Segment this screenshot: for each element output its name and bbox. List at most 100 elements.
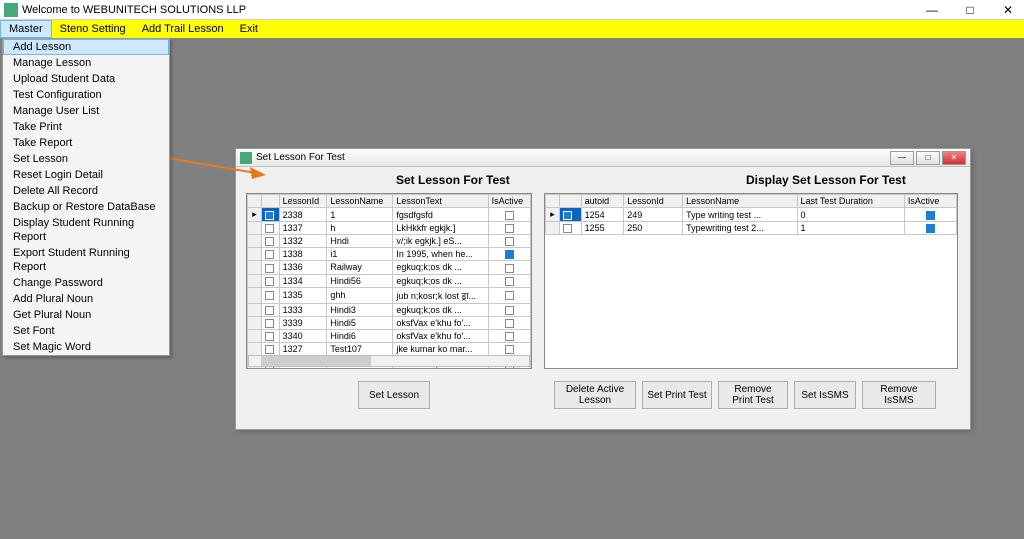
cell-id: 1337: [279, 222, 327, 235]
menu-item-change-password[interactable]: Change Password: [3, 275, 169, 291]
maximize-button[interactable]: □: [958, 3, 982, 17]
right-col-header[interactable]: autoid: [581, 195, 624, 208]
menu-master[interactable]: Master: [0, 20, 52, 38]
set-issms-button[interactable]: Set IsSMS: [794, 381, 856, 409]
menu-item-upload-student-data[interactable]: Upload Student Data: [3, 71, 169, 87]
right-col-header[interactable]: [560, 195, 582, 208]
remove-print-test-button[interactable]: Remove Print Test: [718, 381, 788, 409]
menu-item-test-configuration[interactable]: Test Configuration: [3, 87, 169, 103]
close-button[interactable]: ✕: [996, 3, 1020, 17]
menu-item-take-print[interactable]: Take Print: [3, 119, 169, 135]
table-row[interactable]: ▸23381fgsdfgsfd: [248, 208, 531, 222]
menu-steno-setting[interactable]: Steno Setting: [52, 20, 134, 38]
right-col-header[interactable]: Last Test Duration: [797, 195, 904, 208]
window-buttons: — □ ✕: [920, 3, 1020, 17]
menu-item-add-plural-noun[interactable]: Add Plural Noun: [3, 291, 169, 307]
set-print-test-button[interactable]: Set Print Test: [642, 381, 712, 409]
lessons-grid[interactable]: LessonIdLessonNameLessonTextIsActive▸233…: [246, 193, 532, 369]
table-row[interactable]: ▸1254249Type writing test ...0: [546, 208, 957, 222]
table-row[interactable]: 1332Hndiv/;ik egkjk.] eS...: [248, 235, 531, 248]
cell-isactive[interactable]: [488, 235, 530, 248]
menu-item-reset-login-detail[interactable]: Reset Login Detail: [3, 167, 169, 183]
cell-isactive[interactable]: [488, 274, 530, 287]
table-row[interactable]: 1334Hindi56egkuq;k;os dk ...: [248, 274, 531, 287]
delete-active-lesson-button[interactable]: Delete Active Lesson: [554, 381, 636, 409]
table-row[interactable]: 1255250Typewriting test 2...1: [546, 222, 957, 235]
row-select-checkbox[interactable]: [262, 316, 280, 329]
menu-add-trail-lesson[interactable]: Add Trail Lesson: [134, 20, 232, 38]
table-row[interactable]: 1338i1In 1995, when he...: [248, 248, 531, 261]
row-select-checkbox[interactable]: [262, 222, 280, 235]
menu-item-set-magic-word[interactable]: Set Magic Word: [3, 339, 169, 355]
child-close-button[interactable]: ✕: [942, 151, 966, 165]
cell-id: 1336: [279, 261, 327, 274]
right-col-header[interactable]: IsActive: [904, 195, 956, 208]
table-row[interactable]: 1335ghhjub n;kosr;k lost ड्रा...: [248, 287, 531, 303]
set-lesson-button[interactable]: Set Lesson: [358, 381, 430, 409]
cell-isactive[interactable]: [488, 329, 530, 342]
left-col-header[interactable]: LessonText: [393, 195, 488, 208]
table-row[interactable]: 3339Hindi5oksfVax e'khu fo'...: [248, 316, 531, 329]
menu-item-set-font[interactable]: Set Font: [3, 323, 169, 339]
row-select-checkbox[interactable]: [262, 248, 280, 261]
right-col-header[interactable]: LessonName: [683, 195, 797, 208]
right-col-header[interactable]: LessonId: [624, 195, 683, 208]
child-app-icon: [240, 152, 252, 164]
row-select-checkbox[interactable]: [262, 208, 280, 222]
row-select-checkbox[interactable]: [262, 274, 280, 287]
cell-name: 1: [327, 208, 393, 222]
row-select-checkbox[interactable]: [560, 208, 582, 222]
remove-issms-button[interactable]: Remove IsSMS: [862, 381, 936, 409]
minimize-button[interactable]: —: [920, 3, 944, 17]
cell-name: Hindi3: [327, 303, 393, 316]
menu-item-add-lesson[interactable]: Add Lesson: [3, 39, 169, 55]
cell-isactive[interactable]: [488, 303, 530, 316]
cell-isactive[interactable]: [488, 248, 530, 261]
cell-isactive[interactable]: [488, 222, 530, 235]
menu-item-display-student-running-report[interactable]: Display Student Running Report: [3, 215, 169, 245]
right-col-header[interactable]: [546, 195, 560, 208]
main-titlebar: Welcome to WEBUNITECH SOLUTIONS LLP — □ …: [0, 0, 1024, 20]
row-select-checkbox[interactable]: [262, 303, 280, 316]
app-icon: [4, 3, 18, 17]
menu-item-set-lesson[interactable]: Set Lesson: [3, 151, 169, 167]
cell-isactive[interactable]: [488, 287, 530, 303]
menu-item-backup-or-restore-database[interactable]: Backup or Restore DataBase: [3, 199, 169, 215]
row-select-checkbox[interactable]: [262, 343, 280, 356]
left-col-header[interactable]: [262, 195, 280, 208]
table-row[interactable]: 1337hLkHkkfr egkjk.]: [248, 222, 531, 235]
left-col-header[interactable]: IsActive: [488, 195, 530, 208]
menu-item-manage-user-list[interactable]: Manage User List: [3, 103, 169, 119]
display-lessons-grid[interactable]: autoidLessonIdLessonNameLast Test Durati…: [544, 193, 958, 369]
table-row[interactable]: 1333Hindi3egkuq;k;os dk ...: [248, 303, 531, 316]
left-col-header[interactable]: [248, 195, 262, 208]
cell-text: jke kumar ko mar...: [393, 343, 488, 356]
row-select-checkbox[interactable]: [262, 235, 280, 248]
menu-item-delete-all-record[interactable]: Delete All Record: [3, 183, 169, 199]
table-row[interactable]: 1336Railwayegkuq;k;os dk ...: [248, 261, 531, 274]
cell-isactive[interactable]: [488, 343, 530, 356]
cell-id: 1338: [279, 248, 327, 261]
menu-item-export-student-running-report[interactable]: Export Student Running Report: [3, 245, 169, 275]
row-select-checkbox[interactable]: [262, 261, 280, 274]
child-minimize-button[interactable]: —: [890, 151, 914, 165]
menu-item-take-report[interactable]: Take Report: [3, 135, 169, 151]
row-select-checkbox[interactable]: [262, 329, 280, 342]
cell-isactive[interactable]: [488, 208, 530, 222]
menu-exit[interactable]: Exit: [232, 20, 266, 38]
left-grid-hscrollbar[interactable]: [248, 355, 530, 367]
child-maximize-button[interactable]: □: [916, 151, 940, 165]
table-row[interactable]: 3340Hindi6oksfVax e'khu fo'...: [248, 329, 531, 342]
cell-isactive[interactable]: [904, 208, 956, 222]
menu-item-get-plural-noun[interactable]: Get Plural Noun: [3, 307, 169, 323]
cell-isactive[interactable]: [488, 316, 530, 329]
cell-lessonid: 250: [624, 222, 683, 235]
menu-item-manage-lesson[interactable]: Manage Lesson: [3, 55, 169, 71]
cell-isactive[interactable]: [904, 222, 956, 235]
table-row[interactable]: 1327Test107jke kumar ko mar...: [248, 343, 531, 356]
left-col-header[interactable]: LessonId: [279, 195, 327, 208]
row-select-checkbox[interactable]: [560, 222, 582, 235]
left-col-header[interactable]: LessonName: [327, 195, 393, 208]
cell-isactive[interactable]: [488, 261, 530, 274]
row-select-checkbox[interactable]: [262, 287, 280, 303]
